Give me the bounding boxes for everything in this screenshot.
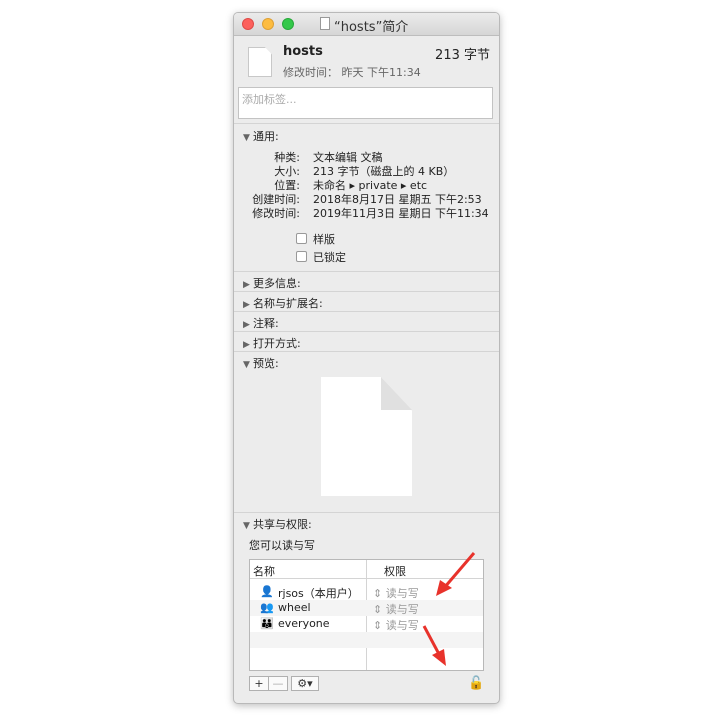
preview-page-fold (381, 377, 412, 410)
divider (234, 351, 499, 352)
section-preview-label: 预览: (253, 357, 279, 370)
column-header-privilege[interactable]: 权限 (384, 563, 406, 579)
zoom-button[interactable] (282, 18, 294, 30)
disclosure-closed-icon: ▶ (243, 300, 250, 310)
privilege-value: 读与写 (385, 619, 419, 632)
title-bar[interactable]: “hosts”简介 (234, 13, 499, 36)
group-icon: 👥 (260, 601, 274, 614)
gear-icon: ⚙ (297, 677, 308, 690)
file-modified: 修改时间： 昨天 下午11:34 (283, 66, 421, 79)
privilege-popup[interactable]: ⇕ 读与写 (373, 617, 419, 633)
chevron-down-icon: ▾ (307, 677, 313, 690)
preview-document-icon (321, 377, 412, 496)
column-header-name[interactable]: 名称 (253, 563, 275, 579)
disclosure-closed-icon: ▶ (243, 280, 250, 290)
action-menu-button[interactable]: ⚙▾ (291, 676, 319, 691)
up-down-chevron-icon: ⇕ (373, 587, 386, 600)
arrow-shaft (442, 552, 476, 589)
user-name: wheel (278, 601, 311, 614)
section-preview[interactable]: ▼ 预览: (243, 355, 279, 371)
locked-label: 已锁定 (313, 251, 346, 264)
up-down-chevron-icon: ⇕ (373, 603, 386, 616)
arrow-head (432, 649, 446, 666)
sharing-status: 您可以读与写 (249, 539, 315, 552)
annotation-arrow-top (436, 552, 476, 596)
window-title: “hosts”简介 (334, 20, 409, 35)
minimize-button[interactable] (262, 18, 274, 30)
divider (234, 512, 499, 513)
section-general-label: 通用: (253, 130, 279, 143)
stationery-label: 样版 (313, 233, 335, 246)
disclosure-open-icon: ▼ (243, 133, 250, 143)
divider (234, 311, 499, 312)
divider (234, 291, 499, 292)
table-row[interactable]: 👥 wheel ⇕ 读与写 (250, 600, 483, 616)
section-general[interactable]: ▼ 通用: (243, 128, 279, 144)
disclosure-closed-icon: ▶ (243, 340, 250, 350)
section-more-info[interactable]: ▶ 更多信息: (243, 275, 301, 291)
up-down-chevron-icon: ⇕ (373, 619, 386, 632)
locked-checkbox[interactable] (296, 251, 307, 262)
section-name-ext[interactable]: ▶ 名称与扩展名: (243, 295, 323, 311)
lock-icon[interactable]: 🔓 (468, 676, 484, 691)
disclosure-open-icon: ▼ (243, 360, 250, 370)
tags-input[interactable]: 添加标签... (238, 87, 493, 119)
file-name: hosts (283, 44, 323, 59)
section-comments-label: 注释: (253, 317, 279, 330)
divider (234, 123, 499, 124)
arrow-shaft (422, 625, 442, 657)
info-window: “hosts”简介 hosts 213 字节 修改时间： 昨天 下午11:34 … (233, 12, 500, 704)
add-user-button[interactable]: + (249, 676, 269, 691)
divider (234, 331, 499, 332)
modified-label: 修改时间: (252, 207, 300, 220)
section-open-with-label: 打开方式: (253, 337, 301, 350)
stationery-checkbox[interactable] (296, 233, 307, 244)
close-button[interactable] (242, 18, 254, 30)
file-size: 213 字节 (435, 48, 490, 63)
section-comments[interactable]: ▶ 注释: (243, 315, 279, 331)
privilege-value: 读与写 (385, 603, 419, 616)
privilege-popup[interactable]: ⇕ 读与写 (373, 601, 419, 617)
privilege-popup[interactable]: ⇕ 读与写 (373, 585, 419, 601)
section-name-ext-label: 名称与扩展名: (253, 297, 323, 310)
section-open-with[interactable]: ▶ 打开方式: (243, 335, 301, 351)
remove-user-button[interactable]: — (268, 676, 288, 691)
annotation-arrow-bottom (422, 625, 446, 666)
disclosure-open-icon: ▼ (243, 521, 250, 531)
user-name: everyone (278, 617, 330, 630)
file-icon (248, 47, 272, 77)
everyone-icon: 👪 (260, 617, 274, 630)
section-more-info-label: 更多信息: (253, 277, 301, 290)
disclosure-closed-icon: ▶ (243, 320, 250, 330)
privilege-value: 读与写 (385, 587, 419, 600)
user-icon: 👤 (260, 585, 274, 598)
modified-value: 2019年11月3日 星期日 下午11:34 (313, 207, 489, 220)
section-sharing-label: 共享与权限: (253, 518, 312, 531)
divider (234, 271, 499, 272)
user-name: rjsos（本用户） (278, 587, 359, 600)
section-sharing[interactable]: ▼ 共享与权限: (243, 516, 312, 532)
